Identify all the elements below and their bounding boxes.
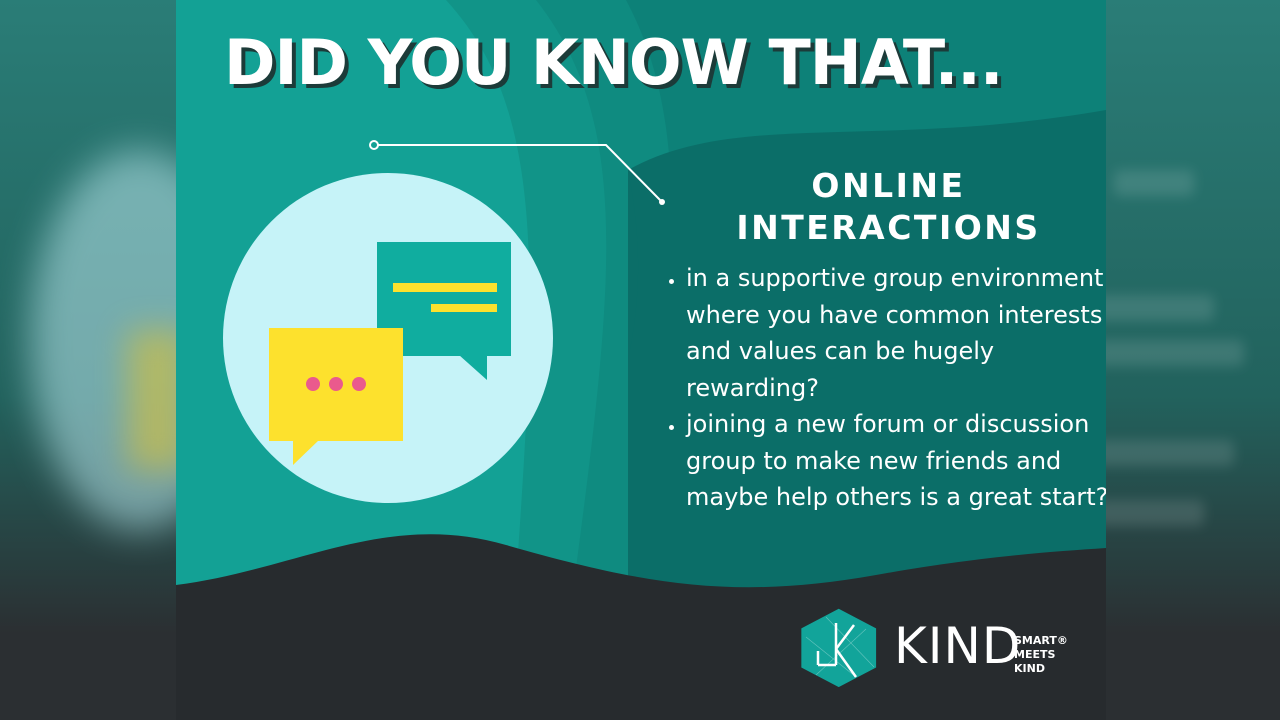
illustration-circle — [223, 173, 553, 503]
tagline-line-3: KIND — [1014, 662, 1045, 675]
list-item: joining a new forum or discussion group … — [686, 406, 1106, 516]
list-item: in a supportive group environment where … — [686, 260, 1106, 406]
section-title-line-1: ONLINE — [811, 166, 966, 205]
logo-wordmark: KIND — [894, 617, 1022, 675]
right-blurred-backdrop — [1104, 0, 1280, 720]
chat-bubbles-icon — [269, 242, 511, 465]
section-title-line-2: INTERACTIONS — [736, 208, 1041, 247]
section-title: ONLINE INTERACTIONS — [696, 165, 1081, 249]
logo-tagline: SMART® MEETS KIND — [1014, 634, 1094, 676]
infographic-card: DID YOU KNOW THAT... ONLINE INTERACTIONS… — [176, 0, 1106, 720]
bullet-list: in a supportive group environment where … — [656, 260, 1106, 516]
kind-hexagon-logo — [801, 608, 877, 687]
tagline-line-2: MEETS — [1014, 648, 1056, 661]
left-blurred-backdrop — [0, 0, 180, 720]
kind-logo: KIND SMART® MEETS KIND — [796, 607, 1096, 687]
tagline-line-1: SMART® — [1014, 634, 1068, 647]
